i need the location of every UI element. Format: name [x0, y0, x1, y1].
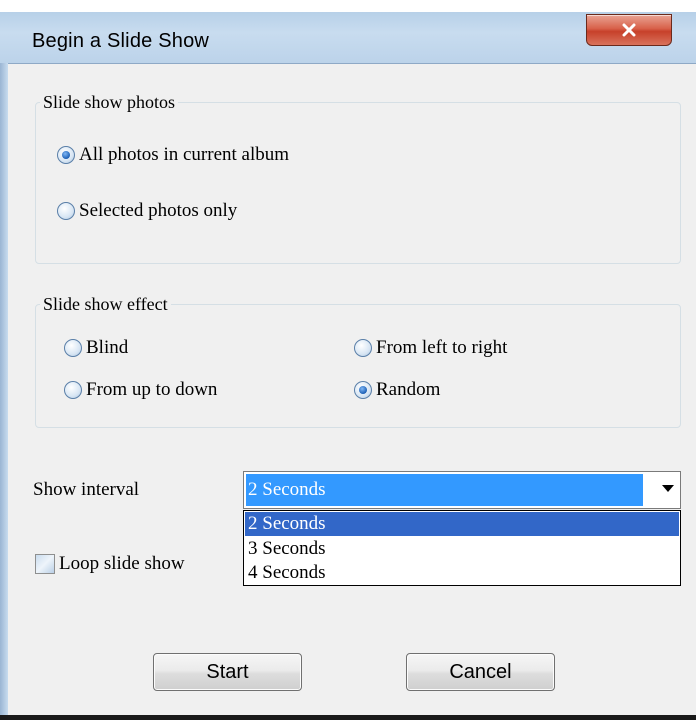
show-interval-combobox[interactable]: 2 Seconds	[243, 471, 681, 509]
combo-selected-value: 2 Seconds	[246, 474, 643, 506]
radio-label: Random	[376, 379, 441, 400]
photos-groupbox: Slide show photos	[35, 91, 681, 264]
window-title: Begin a Slide Show	[32, 30, 210, 52]
radio-button-icon[interactable]	[57, 146, 75, 164]
checkbox-label: Loop slide show	[59, 553, 185, 574]
screen-top-strip	[0, 0, 696, 12]
radio-label: All photos in current album	[79, 144, 290, 165]
radio-all-photos[interactable]: All photos in current album	[57, 144, 289, 166]
radio-blind[interactable]: Blind	[64, 337, 128, 359]
close-icon	[622, 23, 636, 37]
dropdown-option-3-seconds[interactable]: 3 Seconds	[245, 537, 679, 561]
effect-groupbox: Slide show effect	[35, 293, 681, 428]
radio-random[interactable]: Random	[354, 379, 440, 401]
radio-label: From left to right	[376, 337, 508, 358]
radio-label: Selected photos only	[79, 200, 238, 221]
radio-button-icon[interactable]	[64, 381, 82, 399]
radio-up-to-down[interactable]: From up to down	[64, 379, 217, 401]
dropdown-option-2-seconds[interactable]: 2 Seconds	[245, 512, 679, 536]
start-button[interactable]: Start	[153, 653, 302, 691]
cancel-button[interactable]: Cancel	[406, 653, 555, 691]
window-bottom-frame	[0, 715, 696, 720]
radio-selected-photos[interactable]: Selected photos only	[57, 200, 237, 222]
radio-button-icon[interactable]	[64, 339, 82, 357]
radio-left-to-right[interactable]: From left to right	[354, 337, 507, 359]
checkbox-box[interactable]	[35, 554, 55, 574]
loop-slide-show-checkbox[interactable]: Loop slide show	[35, 553, 185, 575]
close-button[interactable]	[586, 14, 672, 46]
dropdown-option-4-seconds[interactable]: 4 Seconds	[245, 561, 679, 585]
radio-button-icon[interactable]	[354, 339, 372, 357]
radio-label: From up to down	[86, 379, 218, 400]
slide-show-dialog: Begin a Slide Show Slide show photos All…	[0, 0, 696, 720]
radio-label: Blind	[86, 337, 129, 358]
chevron-down-icon[interactable]	[662, 485, 674, 492]
window-left-frame	[0, 63, 8, 715]
interval-dropdown-list: 2 Seconds 3 Seconds 4 Seconds	[243, 510, 681, 586]
radio-button-icon[interactable]	[354, 381, 372, 399]
show-interval-label: Show interval	[33, 479, 140, 500]
photos-group-legend: Slide show photos	[40, 91, 179, 113]
effect-group-legend: Slide show effect	[40, 293, 171, 315]
radio-button-icon[interactable]	[57, 202, 75, 220]
